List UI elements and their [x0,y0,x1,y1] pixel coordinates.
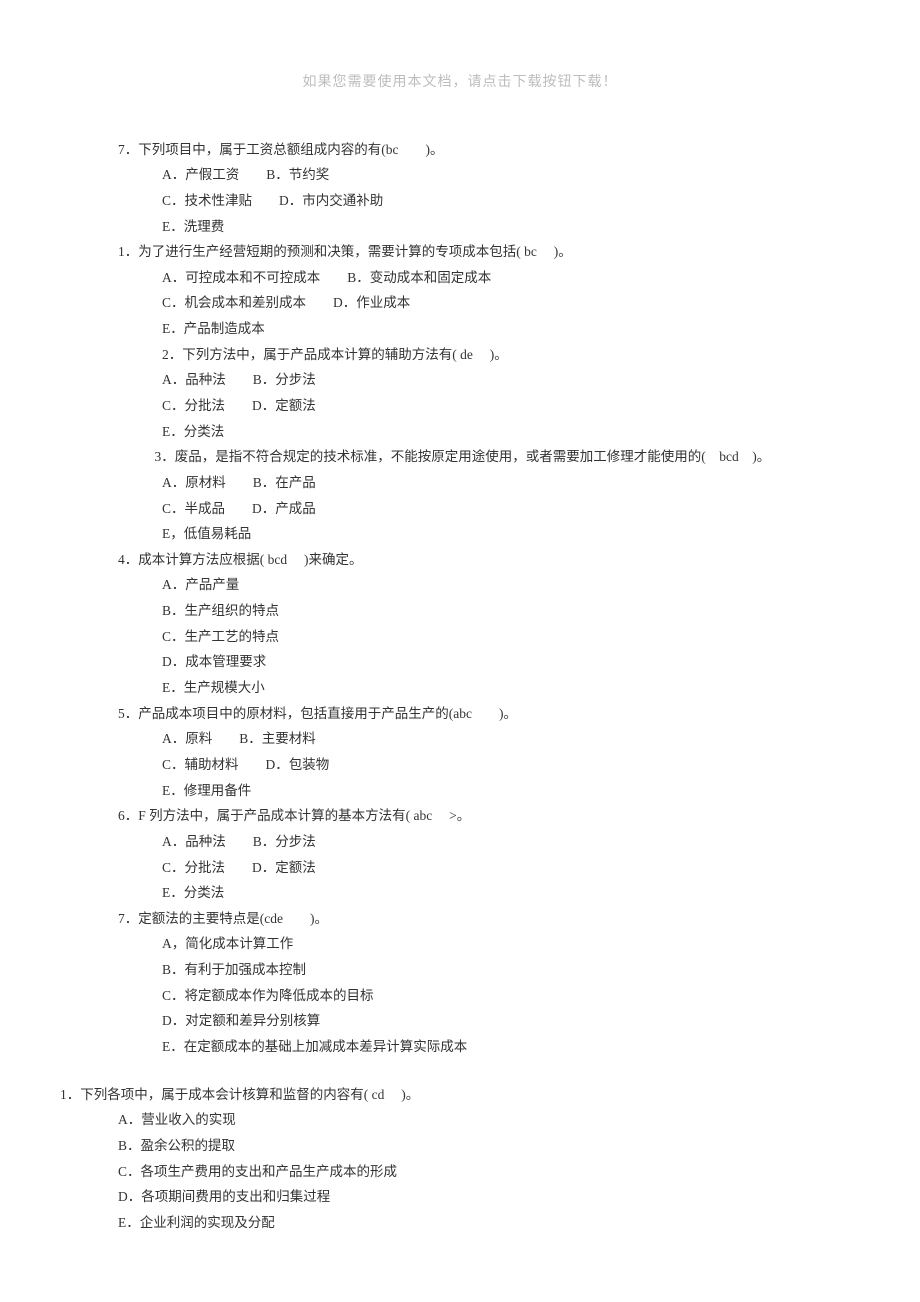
text-line: B．生产组织的特点 [60,598,860,624]
text-line: E．产品制造成本 [60,316,860,342]
text-line: E，低值易耗品 [60,521,860,547]
text-line: E．在定额成本的基础上加减成本差异计算实际成本 [60,1034,860,1060]
text-line: C．技术性津贴 D．市内交通补助 [60,188,860,214]
text-line: 1．为了进行生产经营短期的预测和决策，需要计算的专项成本包括( bc )。 [60,239,860,265]
text-line: C．将定额成本作为降低成本的目标 [60,983,860,1009]
text-line: 2．下列方法中，属于产品成本计算的辅助方法有( de )。 [60,342,860,368]
question-section: 7．下列项目中，属于工资总额组成内容的有(bc )。A．产假工资 B．节约奖C．… [60,137,860,1060]
text-line: A．营业收入的实现 [60,1107,860,1133]
text-line: 7．下列项目中，属于工资总额组成内容的有(bc )。 [60,137,860,163]
text-line: B．盈余公积的提取 [60,1133,860,1159]
text-line: B．有利于加强成本控制 [60,957,860,983]
text-line: C．半成品 D．产成品 [60,496,860,522]
document-body: 7．下列项目中，属于工资总额组成内容的有(bc )。A．产假工资 B．节约奖C．… [60,137,860,1236]
text-line: D．成本管理要求 [60,649,860,675]
text-line: A．原材料 B．在产品 [60,470,860,496]
text-line: A，简化成本计算工作 [60,931,860,957]
text-line: E．企业利润的实现及分配 [60,1210,860,1236]
text-line: E．分类法 [60,419,860,445]
text-line: E．修理用备件 [60,778,860,804]
text-line: C．分批法 D．定额法 [60,393,860,419]
text-line: A．可控成本和不可控成本 B．变动成本和固定成本 [60,265,860,291]
text-line: A．原料 B．主要材料 [60,726,860,752]
text-line: 3．废品，是指不符合规定的技术标准，不能按原定用途使用，或者需要加工修理才能使用… [60,444,860,470]
text-line: E．生产规模大小 [60,675,860,701]
text-line: C．机会成本和差别成本 D．作业成本 [60,290,860,316]
text-line: 7．定额法的主要特点是(cde )。 [60,906,860,932]
text-line: 4．成本计算方法应根据( bcd )来确定。 [60,547,860,573]
text-line: 5．产品成本项目中的原材料，包括直接用于产品生产的(abc )。 [60,701,860,727]
text-line: 1．下列各项中，属于成本会计核算和监督的内容有( cd )。 [60,1082,860,1108]
text-line: C．各项生产费用的支出和产品生产成本的形成 [60,1159,860,1185]
text-line: E．分类法 [60,880,860,906]
header-note: 如果您需要使用本文档，请点击下载按钮下载！ [60,70,860,97]
text-line: 6．F 列方法中，属于产品成本计算的基本方法有( abc >。 [60,803,860,829]
question-section: 1．下列各项中，属于成本会计核算和监督的内容有( cd )。A．营业收入的实现B… [60,1082,860,1236]
text-line: C．生产工艺的特点 [60,624,860,650]
text-line: A．产假工资 B．节约奖 [60,162,860,188]
text-line: C．辅助材料 D．包装物 [60,752,860,778]
text-line: D．对定额和差异分别核算 [60,1008,860,1034]
text-line: D．各项期间费用的支出和归集过程 [60,1184,860,1210]
text-line: A．品种法 B．分步法 [60,367,860,393]
text-line: E．洗理费 [60,214,860,240]
text-line: A．品种法 B．分步法 [60,829,860,855]
text-line: C．分批法 D．定额法 [60,855,860,881]
text-line: A．产品产量 [60,572,860,598]
